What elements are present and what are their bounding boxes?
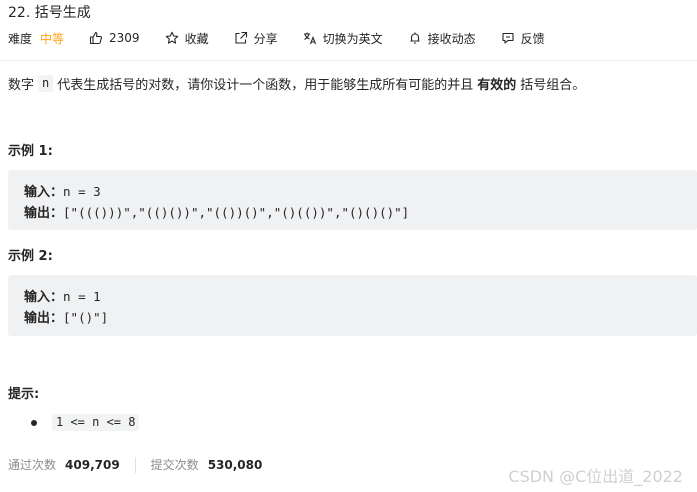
problem-toolbar: 难度 中等 2309 收藏 分享 切换为英文 接收动态 反馈: [8, 29, 570, 47]
output-label: 输出：: [24, 206, 64, 221]
example-1-output-line: 输出：["((()))","(()())","(())()","()(())",…: [24, 202, 697, 223]
accepted-value: 409,709: [65, 457, 120, 472]
share-button[interactable]: 分享: [234, 30, 278, 47]
share-label: 分享: [253, 31, 278, 46]
description-text-2: 代表生成括号的对数，请你设计一个函数，用于能够生成所有可能的并且: [57, 78, 474, 93]
example-2-block: 输入：n = 1 输出：["()"]: [8, 275, 697, 336]
feedback-label: 反馈: [520, 31, 545, 46]
accepted-label: 通过次数: [8, 458, 57, 472]
like-button[interactable]: 2309: [89, 31, 140, 45]
hints-title: 提示:: [8, 387, 40, 402]
bell-icon: [408, 31, 422, 45]
submission-stats: 通过次数 409,709 提交次数 530,080: [8, 456, 262, 473]
translate-icon: [303, 31, 317, 45]
example-1-input-line: 输入：n = 3: [24, 181, 697, 202]
output-label: 输出：: [24, 311, 64, 326]
submissions-label: 提交次数: [150, 458, 199, 472]
description-text-1: 数字: [8, 78, 35, 93]
favorite-button[interactable]: 收藏: [165, 30, 209, 47]
hint-item: 1 <= n <= 8: [52, 414, 140, 431]
example-2-output: ["()"]: [63, 310, 109, 325]
translate-label: 切换为英文: [322, 31, 383, 46]
watermark: CSDN @C位出道_2022: [508, 467, 683, 486]
description-code: n: [38, 75, 54, 92]
subscribe-label: 接收动态: [427, 31, 476, 46]
translate-button[interactable]: 切换为英文: [303, 30, 383, 47]
example-2-output-line: 输出：["()"]: [24, 307, 697, 328]
example-2-input-line: 输入：n = 1: [24, 286, 697, 307]
example-1-input: n = 3: [63, 184, 101, 199]
problem-description: 数字 n 代表生成括号的对数，请你设计一个函数，用于能够生成所有可能的并且 有效…: [8, 74, 585, 93]
example-1-block: 输入：n = 3 输出：["((()))","(()())","(())()",…: [8, 170, 697, 230]
input-label: 输入：: [24, 185, 64, 200]
input-label: 输入：: [24, 290, 64, 305]
difficulty: 难度 中等: [8, 30, 64, 47]
favorite-label: 收藏: [184, 31, 209, 46]
submissions-value: 530,080: [207, 457, 263, 472]
feedback-button[interactable]: 反馈: [501, 30, 545, 47]
example-2-title: 示例 2:: [8, 249, 53, 264]
subscribe-button[interactable]: 接收动态: [408, 30, 476, 47]
example-1-title: 示例 1:: [8, 144, 53, 159]
stats-separator: [134, 456, 136, 473]
thumbs-up-icon: [89, 31, 103, 45]
difficulty-value: 中等: [40, 31, 65, 46]
share-icon: [234, 31, 248, 45]
hint-bullet: [31, 420, 37, 426]
example-1-output: ["((()))","(()())","(())()","()(())","()…: [63, 205, 410, 220]
description-bold: 有效的: [477, 78, 517, 93]
star-icon: [165, 31, 179, 45]
likes-count: 2309: [109, 31, 140, 45]
example-2-input: n = 1: [63, 289, 101, 304]
description-text-3: 括号组合。: [520, 78, 586, 93]
problem-title: 22. 括号生成: [8, 5, 91, 21]
header-divider: [0, 60, 697, 61]
feedback-icon: [501, 31, 515, 45]
difficulty-label: 难度: [8, 31, 33, 46]
